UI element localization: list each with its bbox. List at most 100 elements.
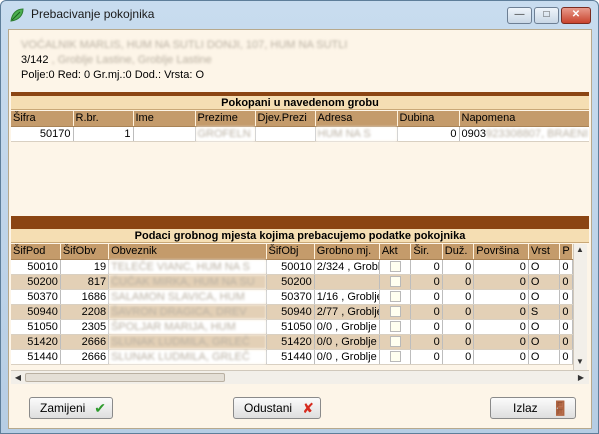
cell-akt[interactable]	[379, 274, 412, 290]
maximize-button[interactable]: □	[534, 7, 559, 24]
grave-number: 3/142	[21, 54, 49, 66]
cell-sir: 0	[410, 274, 443, 290]
cell-akt[interactable]	[379, 334, 412, 350]
cell-akt[interactable]	[379, 259, 412, 275]
section-separator	[11, 216, 589, 229]
podaci-grid[interactable]: ŠifPod ŠifObv Obveznik ŠifObj Grobno mj.…	[11, 244, 589, 370]
table-row[interactable]: 51440 2666 SLUNAK LUDMILA, GRLEČ 51440 0/0 ,…	[11, 349, 573, 365]
col-p[interactable]: P	[559, 244, 573, 260]
col-napomena[interactable]: Napomena	[459, 111, 589, 127]
cell-sifobj: 50940	[266, 304, 315, 320]
cell-sifpod: 51420	[11, 334, 61, 350]
col-sifobj[interactable]: ŠifObj	[266, 244, 315, 260]
cell-p: 0	[559, 349, 573, 365]
akt-checkbox[interactable]	[389, 336, 401, 348]
cell-grobno: 2/77 , Groblje T	[314, 304, 380, 320]
col-rbr[interactable]: R.br.	[73, 111, 134, 127]
col-ime[interactable]: Ime	[133, 111, 196, 127]
cell-grobno	[314, 274, 380, 290]
cell-p: 0	[559, 319, 573, 335]
cell-sifobv: 2666	[60, 349, 110, 365]
table-row[interactable]: 51050 2305 ŠPOLJAR MARIJA, HUM 51050 0/0 , G…	[11, 319, 573, 335]
cell-sir: 0	[410, 289, 443, 305]
col-prezime[interactable]: Prezime	[195, 111, 256, 127]
cell-grobno: 0/0 , Groblje T	[314, 349, 380, 365]
cell-sifpod: 51440	[11, 349, 61, 365]
cell-akt[interactable]	[379, 304, 412, 320]
cell-akt[interactable]	[379, 349, 412, 365]
cell-p: 0	[559, 259, 573, 275]
table-row[interactable]: 50370 1686 SALAMON SLAVICA, HUM 50370 1/16 ,…	[11, 289, 573, 305]
cell-povrsina: 0	[473, 334, 529, 350]
cell-sir: 0	[410, 334, 443, 350]
col-sifra[interactable]: Šifra	[11, 111, 74, 127]
odustani-button[interactable]: Odustani ✘	[233, 397, 321, 419]
col-adresa[interactable]: Adresa	[315, 111, 398, 127]
horizontal-scrollbar[interactable]: ◀ ▶	[11, 370, 589, 384]
cell-sifpod: 50370	[11, 289, 61, 305]
col-sifobv[interactable]: ŠifObv	[60, 244, 110, 260]
table-row[interactable]: 51420 2666 SLUNAK LUDMILA, GRLEČ 51420 0/0 ,…	[11, 334, 573, 350]
col-obveznik[interactable]: Obveznik	[108, 244, 267, 260]
cell-sifobv: 2208	[60, 304, 110, 320]
scroll-left-icon[interactable]: ◀	[12, 372, 24, 384]
col-duz[interactable]: Duž.	[442, 244, 475, 260]
table-row[interactable]: 50010 19 TELEČE VIANC, HUM NA S 50010 2/324 …	[11, 259, 573, 275]
col-vrst[interactable]: Vrst	[528, 244, 561, 260]
title-bar[interactable]: Prebacivanje pokojnika — □ ✕	[1, 1, 598, 27]
table-row[interactable]: 50200 817 ČUČAK MIRKA, HUM NA SU 50200 0 0 0 O 0	[11, 274, 573, 290]
pokopani-grid[interactable]: Šifra R.br. Ime Prezime Djev.Prezi Adres…	[11, 111, 589, 215]
akt-checkbox[interactable]	[389, 351, 401, 363]
table-row[interactable]: 50170 1 GROFELN HUM NA S 0 0903923308807…	[11, 126, 589, 142]
cell-vrst: O	[528, 334, 561, 350]
scroll-down-icon[interactable]: ▼	[574, 356, 586, 368]
akt-checkbox[interactable]	[389, 306, 401, 318]
col-djev-prezime[interactable]: Djev.Prezi	[255, 111, 316, 127]
cell-adresa: HUM NA S	[315, 126, 398, 142]
cell-povrsina: 0	[473, 274, 529, 290]
col-akt[interactable]: Akt	[379, 244, 412, 260]
vertical-scrollbar[interactable]: ▲ ▼	[573, 244, 587, 370]
pokopani-title: Pokopani u navedenom grobu	[11, 96, 589, 110]
scroll-right-icon[interactable]: ▶	[575, 372, 587, 384]
cell-povrsina: 0	[473, 349, 529, 365]
akt-checkbox[interactable]	[389, 276, 401, 288]
cell-rbr: 1	[73, 126, 134, 142]
close-button[interactable]: ✕	[561, 7, 591, 24]
akt-checkbox[interactable]	[389, 291, 401, 303]
cell-sifobj: 51440	[266, 349, 315, 365]
cell-grobno: 0/0 , Groblje La	[314, 334, 380, 350]
col-povrsina[interactable]: Površina	[473, 244, 529, 260]
cell-p: 0	[559, 274, 573, 290]
scroll-up-icon[interactable]: ▲	[574, 244, 586, 256]
akt-checkbox[interactable]	[389, 261, 401, 273]
akt-checkbox[interactable]	[389, 321, 401, 333]
podaci-header-row: ŠifPod ŠifObv Obveznik ŠifObj Grobno mj.…	[11, 244, 573, 260]
cell-povrsina: 0	[473, 304, 529, 320]
col-dubina[interactable]: Dubina	[397, 111, 460, 127]
col-sifpod[interactable]: ŠifPod	[11, 244, 61, 260]
cell-ime	[133, 126, 196, 142]
cell-vrst: O	[528, 319, 561, 335]
cell-duz: 0	[442, 274, 475, 290]
minimize-button[interactable]: —	[507, 7, 532, 24]
cell-povrsina: 0	[473, 319, 529, 335]
cell-akt[interactable]	[379, 289, 412, 305]
cell-duz: 0	[442, 259, 475, 275]
exit-door-icon: 🚪	[551, 400, 569, 416]
cell-sifobj: 50010	[266, 259, 315, 275]
scroll-thumb[interactable]	[25, 373, 225, 382]
cell-sifobj: 50200	[266, 274, 315, 290]
cell-duz: 0	[442, 304, 475, 320]
cell-vrst: O	[528, 289, 561, 305]
izlaz-button[interactable]: Izlaz 🚪	[490, 397, 576, 419]
zamijeni-button[interactable]: Zamijeni ✔	[29, 397, 113, 419]
cell-akt[interactable]	[379, 319, 412, 335]
col-grobno-mj[interactable]: Grobno mj.	[314, 244, 380, 260]
grave-info: VOĆALNIK MARLIS, HUM NA SUTLI DONJI, 107…	[21, 38, 347, 83]
cell-sifobv: 2666	[60, 334, 110, 350]
cell-sifobv: 817	[60, 274, 110, 290]
col-sir[interactable]: Šir.	[410, 244, 443, 260]
cell-obveznik: SLUNAK LUDMILA, GRLEČ	[108, 349, 267, 365]
table-row[interactable]: 50940 2208 ŠAVRON DRAGICA, DREV 50940 2/77 ,…	[11, 304, 573, 320]
